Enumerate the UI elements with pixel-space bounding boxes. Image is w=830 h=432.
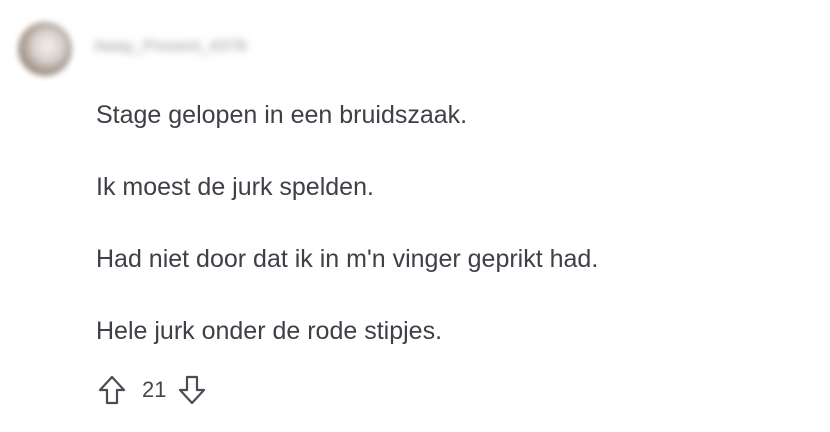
username[interactable]: Away_Present_4378 [94, 38, 246, 56]
arrow-up-outline-icon [98, 375, 126, 405]
comment-card: Away_Present_4378 Stage gelopen in een b… [0, 0, 830, 432]
comment-paragraph: Ik moest de jurk spelden. [96, 173, 374, 201]
vote-bar: 21 [96, 372, 208, 408]
comment-paragraph: Hele jurk onder de rode stipjes. [96, 317, 443, 345]
upvote-button[interactable] [96, 373, 128, 407]
vote-score: 21 [142, 377, 167, 402]
downvote-button[interactable] [176, 373, 208, 407]
comment-paragraph: Had niet door dat ik in m'n vinger gepri… [96, 245, 599, 273]
comment-paragraph: Stage gelopen in een bruidszaak. [96, 101, 468, 129]
arrow-down-outline-icon [179, 375, 206, 405]
avatar[interactable] [18, 22, 72, 76]
comment-body: Stage gelopen in een bruidszaak. Ik moes… [96, 98, 796, 386]
